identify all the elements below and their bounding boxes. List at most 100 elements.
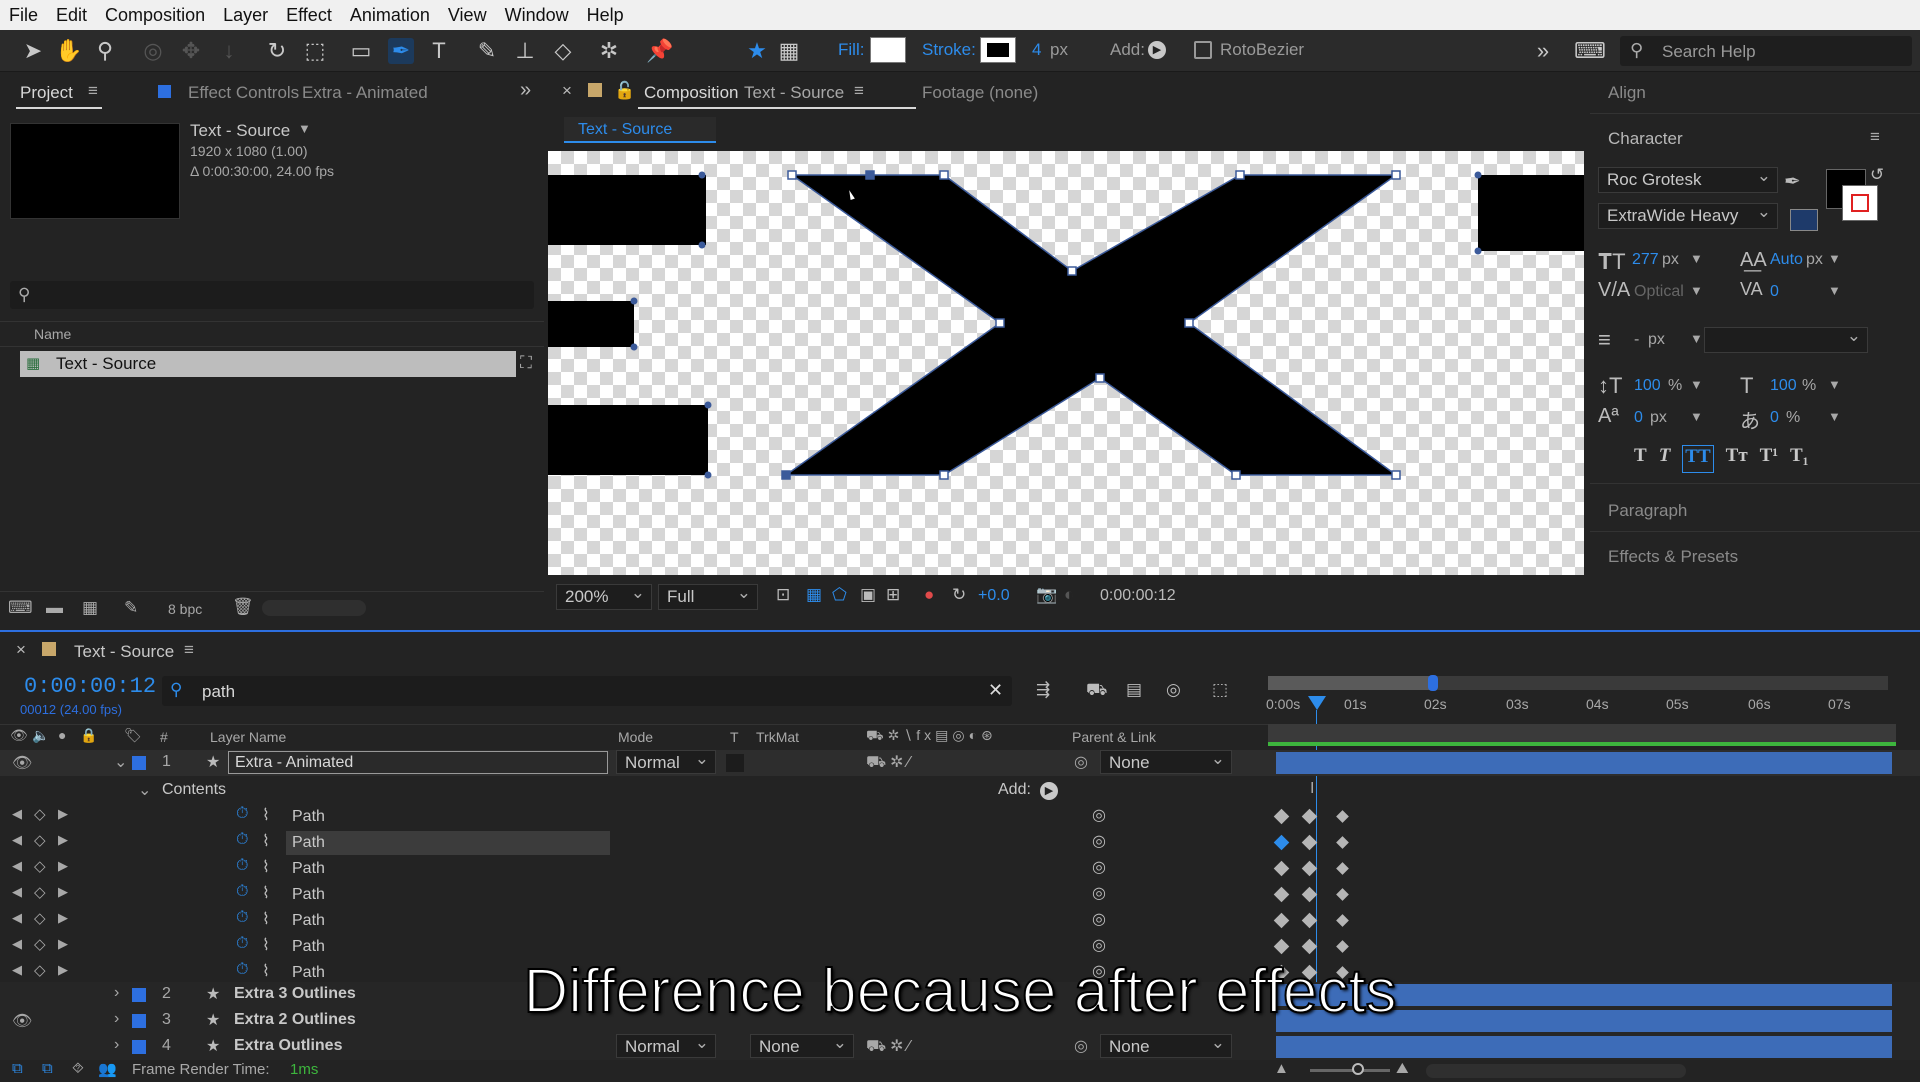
expression-pickwhip-icon[interactable]: ◎ xyxy=(1092,935,1106,955)
frame-blending-icon[interactable]: ▤ xyxy=(1126,680,1142,700)
keyframe[interactable] xyxy=(1301,886,1318,903)
keyframe[interactable] xyxy=(1336,888,1349,901)
stopwatch-icon[interactable]: ⏱ xyxy=(236,909,248,927)
tracking-value[interactable]: 0 xyxy=(1770,283,1779,301)
path-label[interactable]: Path xyxy=(292,938,325,956)
region-of-interest-icon[interactable]: ▣ xyxy=(860,585,876,605)
comp-mini-flowchart-icon[interactable]: ⇶ xyxy=(1036,680,1050,700)
timeline-menu-icon[interactable]: ≡ xyxy=(184,640,194,660)
keyframe[interactable] xyxy=(1301,834,1318,851)
chevron-down-icon[interactable]: ▼ xyxy=(1690,377,1703,392)
clear-search-icon[interactable]: ✕ xyxy=(988,680,1003,701)
snapshot-icon[interactable]: 📷 xyxy=(1036,585,1057,605)
path-property-row[interactable]: ◀ ◇ ▶ ⏱ ⌇ Path ◎ xyxy=(0,830,1920,856)
layer-switches[interactable]: ⛟✲∕ xyxy=(866,752,914,773)
chevron-down-icon[interactable]: ▼ xyxy=(1690,409,1703,424)
roto-brush-icon[interactable]: ✲ xyxy=(596,38,622,64)
faux-italic-button[interactable]: T xyxy=(1659,445,1671,473)
align-panel-title[interactable]: Align xyxy=(1608,83,1646,103)
keyframe[interactable] xyxy=(1336,914,1349,927)
brush-tool-icon[interactable]: ✎ xyxy=(474,38,500,64)
path-label[interactable]: Path xyxy=(292,834,325,852)
font-family-dropdown[interactable]: Roc Grotesk xyxy=(1598,166,1778,193)
next-keyframe-icon[interactable]: ▶ xyxy=(58,832,68,848)
expand-toolbar-icon[interactable]: » xyxy=(1530,38,1556,64)
chevron-down-icon[interactable]: ▼ xyxy=(298,121,311,136)
playhead-handle[interactable] xyxy=(1308,696,1326,710)
stopwatch-icon[interactable]: ⏱ xyxy=(236,805,248,823)
video-column-icon[interactable]: 👁 xyxy=(10,727,28,744)
pickwhip-icon[interactable]: ◎ xyxy=(1074,752,1088,772)
graph-icon[interactable]: ⌇ xyxy=(262,883,270,903)
trash-icon[interactable]: 🗑 xyxy=(232,597,254,617)
horizontal-scale-value[interactable]: 100 xyxy=(1770,377,1797,395)
col-layer-name[interactable]: Layer Name xyxy=(210,729,286,745)
timeline-search-input[interactable]: ⚲ path ✕ xyxy=(162,676,1012,706)
add-keyframe-icon[interactable]: ◇ xyxy=(34,909,46,927)
keyframe[interactable] xyxy=(1301,860,1318,877)
keyframe[interactable] xyxy=(1336,940,1349,953)
blend-mode-dropdown[interactable]: Normal xyxy=(616,749,716,774)
menu-file[interactable]: File xyxy=(0,5,47,26)
eye-icon[interactable]: 👁 xyxy=(12,753,32,773)
exposure-reset-icon[interactable]: ↻ xyxy=(952,585,966,605)
prev-keyframe-icon[interactable]: ◀ xyxy=(12,884,22,900)
fast-preview-icon[interactable]: ⊡ xyxy=(776,585,790,605)
parent-dropdown[interactable]: None xyxy=(1100,1033,1232,1058)
project-search-input[interactable]: ⚲ xyxy=(10,281,534,309)
expand-arrow-icon[interactable]: ⌄ xyxy=(138,780,151,800)
workspace-icon[interactable]: ⌨ xyxy=(1574,38,1606,64)
resolution-dropdown[interactable]: Full xyxy=(658,583,758,610)
paragraph-panel-title[interactable]: Paragraph xyxy=(1608,501,1687,521)
menu-view[interactable]: View xyxy=(439,5,496,26)
menu-window[interactable]: Window xyxy=(496,5,578,26)
prev-keyframe-icon[interactable]: ◀ xyxy=(12,806,22,822)
next-keyframe-icon[interactable]: ▶ xyxy=(58,858,68,874)
effects-presets-title[interactable]: Effects & Presets xyxy=(1608,547,1738,567)
layer-duration-bar[interactable] xyxy=(1276,1036,1892,1058)
zoom-out-icon[interactable]: ▲ xyxy=(1274,1060,1289,1077)
prev-keyframe-icon[interactable]: ◀ xyxy=(12,910,22,926)
col-name[interactable]: Name xyxy=(34,326,71,342)
parent-dropdown[interactable]: None xyxy=(1100,749,1232,774)
fill-swatch[interactable] xyxy=(870,37,906,63)
pickwhip-icon[interactable]: ◎ xyxy=(1074,1036,1088,1056)
thumbnail-scroll[interactable] xyxy=(262,600,366,616)
keyframe[interactable] xyxy=(1273,938,1290,955)
mask-visibility-icon[interactable]: ⬠ xyxy=(832,585,847,605)
transparency-grid-icon[interactable]: ▦ xyxy=(806,585,822,605)
graph-icon[interactable]: ⌇ xyxy=(262,935,270,955)
keyframe[interactable] xyxy=(1301,808,1318,825)
project-item-row[interactable]: ▦ Text - Source xyxy=(20,351,516,377)
current-time[interactable]: 0:00:00:12 xyxy=(24,674,156,699)
zoom-tool-icon[interactable]: ⚲ xyxy=(92,38,118,64)
search-help-box[interactable]: ⚲ Search Help xyxy=(1620,36,1912,66)
path-property-row[interactable]: ◀ ◇ ▶ ⏱ ⌇ Path ◎ xyxy=(0,882,1920,908)
hand-tool-icon[interactable]: ✋ xyxy=(55,38,82,64)
faux-bold-button[interactable]: T xyxy=(1634,445,1647,473)
anchor-tool-icon[interactable]: ⬚ xyxy=(302,38,328,64)
next-keyframe-icon[interactable]: ▶ xyxy=(58,936,68,952)
keyframe[interactable] xyxy=(1273,808,1290,825)
zoom-dropdown[interactable]: 200% xyxy=(556,583,652,610)
path-property-row[interactable]: ◀ ◇ ▶ ⏱ ⌇ Path ◎ xyxy=(0,908,1920,934)
all-caps-button[interactable]: TT xyxy=(1682,445,1714,473)
tab-effect-controls[interactable]: Effect Controls xyxy=(188,83,299,103)
preserve-transparency-toggle[interactable] xyxy=(726,754,744,772)
composition-viewer[interactable]: ☆ xyxy=(548,151,1584,575)
in-out-toggle-icon[interactable]: ⯑ xyxy=(72,1060,84,1077)
next-keyframe-icon[interactable]: ▶ xyxy=(58,910,68,926)
selection-tool-icon[interactable]: ➤ xyxy=(20,38,46,64)
layer-row-1[interactable]: 👁 ⌄ 1 ★ Extra - Animated Normal ⛟✲∕ ◎ No… xyxy=(0,749,1920,776)
clone-stamp-icon[interactable]: ⊥ xyxy=(512,38,538,64)
solo-column-icon[interactable]: ● xyxy=(58,727,66,743)
work-area-bar[interactable] xyxy=(1268,675,1888,691)
chevron-down-icon[interactable]: ▼ xyxy=(1828,409,1841,424)
menu-edit[interactable]: Edit xyxy=(47,5,96,26)
exposure-value[interactable]: +0.0 xyxy=(978,587,1010,605)
orbit-tool-icon[interactable]: ◎ xyxy=(140,38,166,64)
lock-icon[interactable]: 🔓 xyxy=(614,81,635,101)
zoom-slider[interactable] xyxy=(1310,1063,1390,1075)
stroke-width-value[interactable]: 4 xyxy=(1032,40,1041,60)
rotobezier-checkbox[interactable] xyxy=(1194,41,1212,59)
